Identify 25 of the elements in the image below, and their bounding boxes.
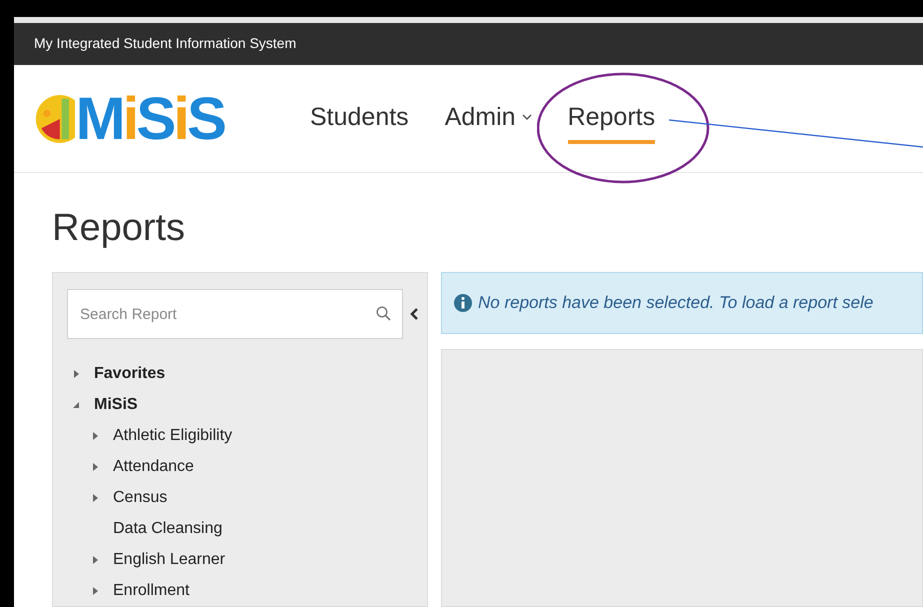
tree-item[interactable]: Enrollment [113, 578, 190, 602]
tree-item[interactable]: Census [113, 486, 168, 510]
system-title: My Integrated Student Information System [34, 34, 296, 54]
logo-wordmark: MiSiS [76, 88, 224, 149]
collapsed-triangle-icon[interactable] [92, 432, 99, 440]
collapsed-triangle-icon[interactable] [92, 556, 99, 564]
nav-tab[interactable]: Students [310, 98, 409, 144]
tree-item[interactable]: MiSiS [94, 392, 138, 416]
alert-message: No reports have been selected. To load a report sele [478, 292, 874, 314]
collapsed-triangle-icon[interactable] [92, 462, 99, 470]
collapsed-triangle-icon[interactable] [92, 586, 99, 594]
nav-tab[interactable]: Admin [444, 98, 532, 144]
tree-item[interactable]: Attendance [113, 454, 194, 478]
collapse-chevron-icon[interactable] [409, 307, 419, 321]
page-title: Reports [52, 209, 186, 247]
expanded-triangle-icon[interactable] [73, 400, 80, 408]
search-icon[interactable] [376, 306, 392, 321]
tree-item[interactable]: English Learner [113, 548, 226, 572]
collapsed-triangle-icon[interactable] [92, 494, 99, 502]
tree-item[interactable]: Favorites [94, 362, 166, 386]
tree-item[interactable]: Athletic Eligibility [113, 424, 232, 448]
info-icon [454, 294, 472, 312]
collapsed-triangle-icon[interactable] [73, 370, 80, 378]
search-field[interactable]: Search Report [67, 289, 404, 339]
tree-item[interactable]: Data Cleansing [113, 516, 222, 540]
